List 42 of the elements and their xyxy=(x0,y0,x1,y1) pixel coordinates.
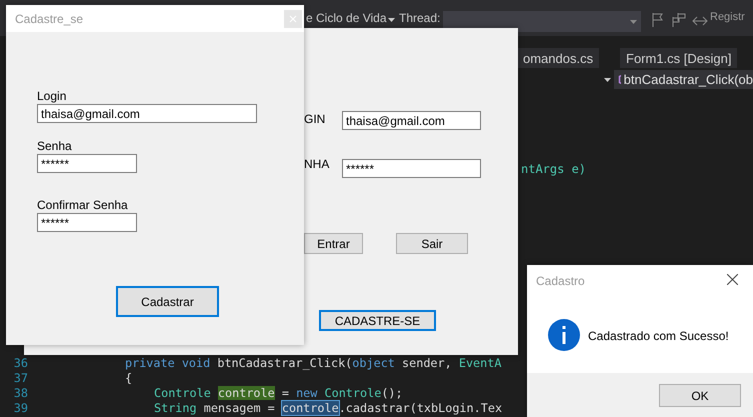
password-label: NHA xyxy=(304,157,330,171)
caret-icon xyxy=(630,20,637,24)
login-label: GIN xyxy=(304,112,326,126)
login-field[interactable]: thaisa@gmail.com xyxy=(342,111,481,130)
caret-icon[interactable] xyxy=(604,78,611,82)
input-field[interactable]: thaisa@gmail.com xyxy=(37,104,257,123)
thread-label: Thread: xyxy=(399,11,440,25)
line-number: 39 xyxy=(12,401,28,416)
register-button[interactable]: Cadastrar xyxy=(116,286,219,317)
input-field[interactable]: ****** xyxy=(37,213,137,232)
code-line: private void btnCadastrar_Click(object sender, EventA xyxy=(125,356,502,371)
caret-icon[interactable] xyxy=(388,18,395,22)
toolbar-label: e Ciclo de Vida xyxy=(306,11,386,25)
toolbar-label[interactable]: Registr xyxy=(710,11,745,23)
document-tab[interactable]: omandos.cs xyxy=(517,48,600,68)
signup-button[interactable]: CADASTRE-SE xyxy=(319,310,436,331)
info-icon xyxy=(548,319,580,351)
member-dropdown[interactable]: btnCadastrar_Click(ob xyxy=(614,70,753,89)
flag-icon[interactable] xyxy=(652,13,664,27)
filter-icon[interactable] xyxy=(692,16,708,26)
form-button[interactable]: Sair xyxy=(396,233,468,254)
line-number: 37 xyxy=(12,371,28,386)
password-field[interactable]: ****** xyxy=(342,159,481,178)
line-number: 36 xyxy=(12,356,28,371)
close-icon[interactable] xyxy=(727,274,738,285)
line-number: 38 xyxy=(12,386,28,401)
message-text: Cadastrado com Sucesso! xyxy=(588,329,729,343)
document-tab[interactable]: Form1.cs [Design] xyxy=(620,48,738,68)
field-label: Senha xyxy=(37,139,72,153)
input-field[interactable]: ****** xyxy=(37,154,137,173)
field-label: Confirmar Senha xyxy=(37,198,128,212)
code-text: ntArgs e) xyxy=(521,162,586,176)
code-line: Controle controle = new Controle(); xyxy=(154,386,403,401)
dialog-title: Cadastro xyxy=(536,274,585,288)
code-line: { xyxy=(125,371,132,386)
form-button[interactable]: Entrar xyxy=(304,233,363,254)
ok-button[interactable]: OK xyxy=(659,384,741,407)
window-title: Cadastre_se xyxy=(15,12,84,26)
code-line: String mensagem = controle.cadastrar(txbLogin.Tex xyxy=(154,401,502,416)
thread-dropdown[interactable] xyxy=(443,11,641,32)
flag-icon[interactable] xyxy=(672,13,686,27)
field-label: Login xyxy=(37,89,66,103)
